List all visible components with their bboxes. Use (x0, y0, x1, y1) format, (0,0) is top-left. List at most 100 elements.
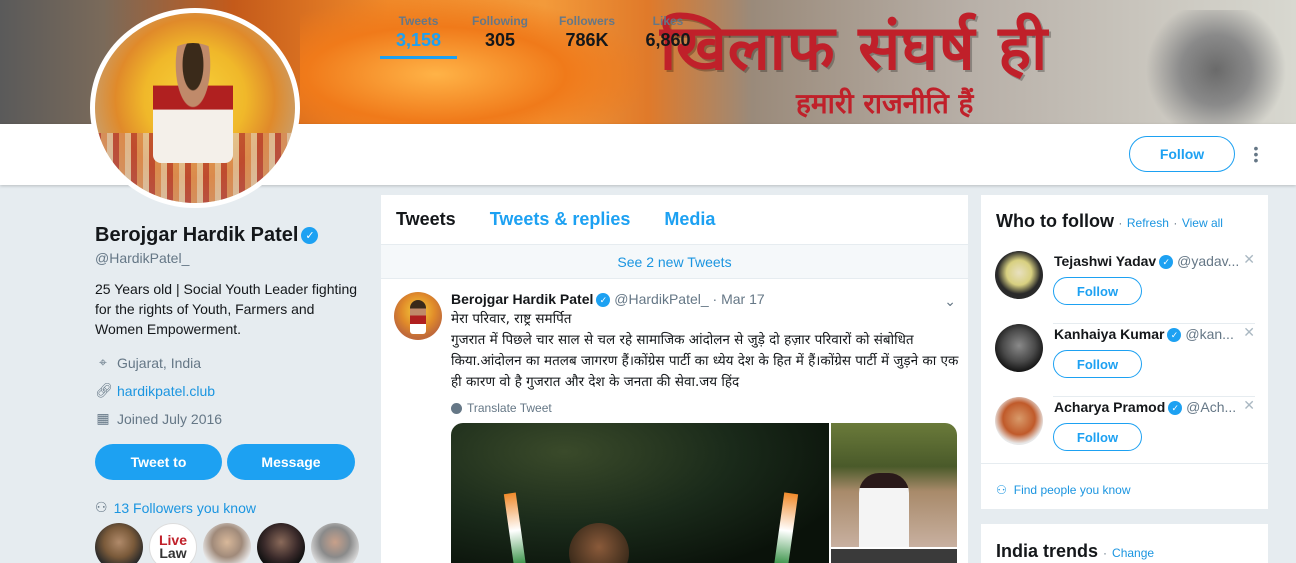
who-to-follow-panel: Who to follow · Refresh · View all Tejas… (981, 195, 1268, 463)
nav-tweets-label: Tweets (398, 14, 439, 28)
banner-subline: हमारी राजनीति हैं (796, 87, 974, 120)
tweet-media[interactable] (451, 423, 957, 563)
profile-avatar[interactable] (90, 8, 300, 208)
nav-followers-label: Followers (558, 14, 615, 28)
verified-icon: ✓ (1159, 255, 1174, 270)
followers-you-know-text[interactable]: 13 Followers you know (114, 500, 256, 516)
joined-text: Joined July 2016 (117, 410, 223, 427)
nav-following[interactable]: Following 305 (470, 14, 530, 59)
timeline-tabs: Tweets Tweets & replies Media (381, 195, 968, 245)
profile-location: ⌖ Gujarat, India (95, 354, 201, 371)
dismiss-icon[interactable]: ✕ (1243, 324, 1255, 341)
suggestion-name[interactable]: Kanhaiya Kumar (1054, 326, 1164, 342)
trends-title: India trends (996, 541, 1099, 561)
livelaw-logo-text-2: Law (159, 545, 187, 561)
banner-tree-image (1136, 10, 1296, 124)
translate-tweet-label[interactable]: Translate Tweet (467, 401, 552, 415)
nav-followers[interactable]: Followers 786K (557, 14, 617, 59)
suggestion-item[interactable]: Tejashwi Yadav ✓ @yadav... ✕ Follow (995, 251, 1255, 324)
person-icon: ⚇ (95, 499, 108, 515)
suggestion-item[interactable]: Acharya Pramod ✓ @Ach... ✕ Follow (995, 397, 1255, 469)
find-people-link[interactable]: ⚇ Find people you know (996, 483, 1131, 497)
verified-icon: ✓ (596, 293, 611, 308)
followers-you-know[interactable]: ⚇ 13 Followers you know (95, 499, 256, 516)
tweet-photo-3[interactable] (831, 549, 957, 563)
follower-avatar[interactable] (203, 523, 251, 563)
verified-icon: ✓ (1167, 328, 1182, 343)
tweet-author[interactable]: Berojgar Hardik Patel (451, 291, 593, 307)
location-text: Gujarat, India (117, 354, 202, 371)
suggestion-handle: @kan... (1185, 326, 1234, 342)
nav-followers-value: 786K (565, 30, 609, 50)
suggestion-avatar[interactable] (995, 251, 1043, 299)
who-to-follow-title: Who to follow (996, 211, 1114, 231)
refresh-link[interactable]: Refresh (1127, 216, 1169, 230)
timeline: Tweets Tweets & replies Media See 2 new … (381, 195, 968, 563)
tweet-photo-main[interactable] (451, 423, 829, 563)
tweet-handle[interactable]: @HardikPatel_ (614, 291, 708, 307)
message-button[interactable]: Message (227, 444, 355, 480)
translate-tweet[interactable]: Translate Tweet (451, 401, 953, 415)
profile-website[interactable]: 🔗︎ hardikpatel.club (95, 382, 215, 399)
dismiss-icon[interactable]: ✕ (1243, 397, 1255, 414)
who-to-follow-header: Who to follow · Refresh · View all (996, 211, 1223, 232)
suggestion-follow-button[interactable]: Follow (1053, 423, 1142, 451)
tab-tweets-replies[interactable]: Tweets & replies (490, 209, 631, 230)
follower-avatar[interactable] (311, 523, 359, 563)
nav-tweets[interactable]: Tweets 3,158 (380, 14, 457, 59)
profile-name: Berojgar Hardik Patel ✓ (95, 224, 319, 247)
nav-likes-value: 6,860 (645, 30, 691, 50)
follower-avatar[interactable] (257, 523, 305, 563)
tweet-separator: · (712, 291, 718, 307)
header-separator: · (1118, 216, 1123, 230)
follower-avatar[interactable] (95, 523, 143, 563)
dismiss-icon[interactable]: ✕ (1243, 251, 1255, 268)
suggestion-item[interactable]: Kanhaiya Kumar ✓ @kan... ✕ Follow (995, 324, 1255, 397)
suggestion-avatar[interactable] (995, 324, 1043, 372)
suggestion-avatar[interactable] (995, 397, 1043, 445)
tweet[interactable]: ⌄ Berojgar Hardik Patel ✓ @HardikPatel_ ·… (381, 279, 968, 415)
people-icon: ⚇ (996, 483, 1007, 497)
suggestion-name[interactable]: Tejashwi Yadav (1054, 253, 1156, 269)
vertical-dots-icon[interactable]: • • • (1250, 141, 1262, 167)
nav-following-value: 305 (484, 30, 516, 50)
follower-avatar[interactable]: Live Law (149, 523, 197, 563)
tab-media[interactable]: Media (664, 209, 715, 230)
tab-tweets[interactable]: Tweets (396, 209, 456, 230)
suggestion-name[interactable]: Acharya Pramod (1054, 399, 1165, 415)
new-tweets-bar[interactable]: See 2 new Tweets (381, 245, 968, 279)
banner-headline: खिलाफ संघर्ष ही (660, 11, 1049, 84)
trends-separator: · (1103, 546, 1108, 560)
suggestion-follow-button[interactable]: Follow (1053, 350, 1142, 378)
tweet-to-button[interactable]: Tweet to (95, 444, 222, 480)
tweet-avatar[interactable] (394, 292, 442, 340)
verified-icon: ✓ (1168, 401, 1183, 416)
trends-header: India trends · Change (996, 541, 1154, 562)
followers-you-know-avatars: Live Law (95, 523, 359, 563)
link-icon: 🔗︎ (95, 382, 113, 398)
tweet-date[interactable]: Mar 17 (721, 291, 765, 307)
chevron-down-icon[interactable]: ⌄ (944, 293, 956, 310)
profile-bio: 25 Years old | Social Youth Leader fight… (95, 281, 358, 337)
nav-likes-label: Likes (652, 14, 684, 28)
calendar-icon: ▦ (96, 410, 110, 426)
tweet-photo-2[interactable] (831, 423, 957, 547)
view-all-link[interactable]: View all (1182, 216, 1223, 230)
nav-following-label: Following (472, 14, 528, 28)
profile-joined: ▦ Joined July 2016 (95, 410, 222, 427)
tweet-text: मेरा परिवार, राष्ट्र समर्पित गुजरात में … (451, 311, 959, 391)
trends-panel: India trends · Change (981, 524, 1268, 563)
header-separator: · (1173, 216, 1178, 230)
find-people-row: ⚇ Find people you know (981, 463, 1268, 509)
nav-likes[interactable]: Likes 6,860 (641, 14, 695, 59)
suggestion-follow-button[interactable]: Follow (1053, 277, 1142, 305)
nav-tweets-value: 3,158 (395, 30, 442, 50)
profile-name-text: Berojgar Hardik Patel (95, 224, 299, 246)
change-link[interactable]: Change (1112, 546, 1154, 560)
location-pin-icon: ⌖ (99, 354, 107, 370)
website-link[interactable]: hardikpatel.club (117, 383, 215, 399)
suggestion-handle: @Ach... (1186, 399, 1237, 415)
find-people-text[interactable]: Find people you know (1014, 483, 1131, 497)
profile-handle[interactable]: @HardikPatel_ (95, 250, 189, 266)
follow-button[interactable]: Follow (1129, 136, 1235, 172)
